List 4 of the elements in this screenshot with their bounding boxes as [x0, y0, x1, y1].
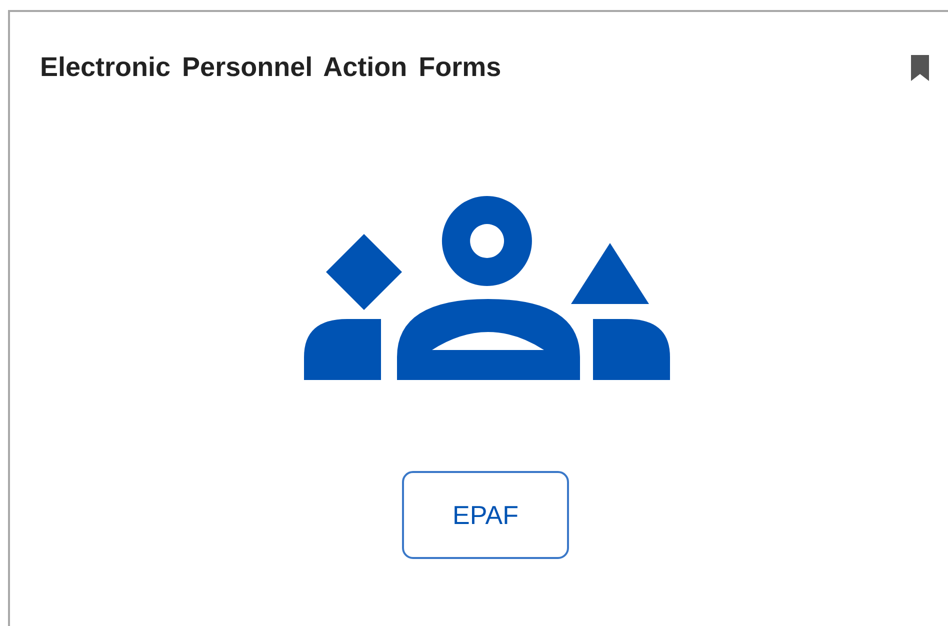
card-title: Electronic Personnel Action Forms — [40, 52, 502, 83]
people-shapes-icon — [302, 195, 672, 381]
epaf-button[interactable]: EPAF — [402, 471, 569, 559]
bookmark-icon[interactable] — [910, 54, 930, 80]
